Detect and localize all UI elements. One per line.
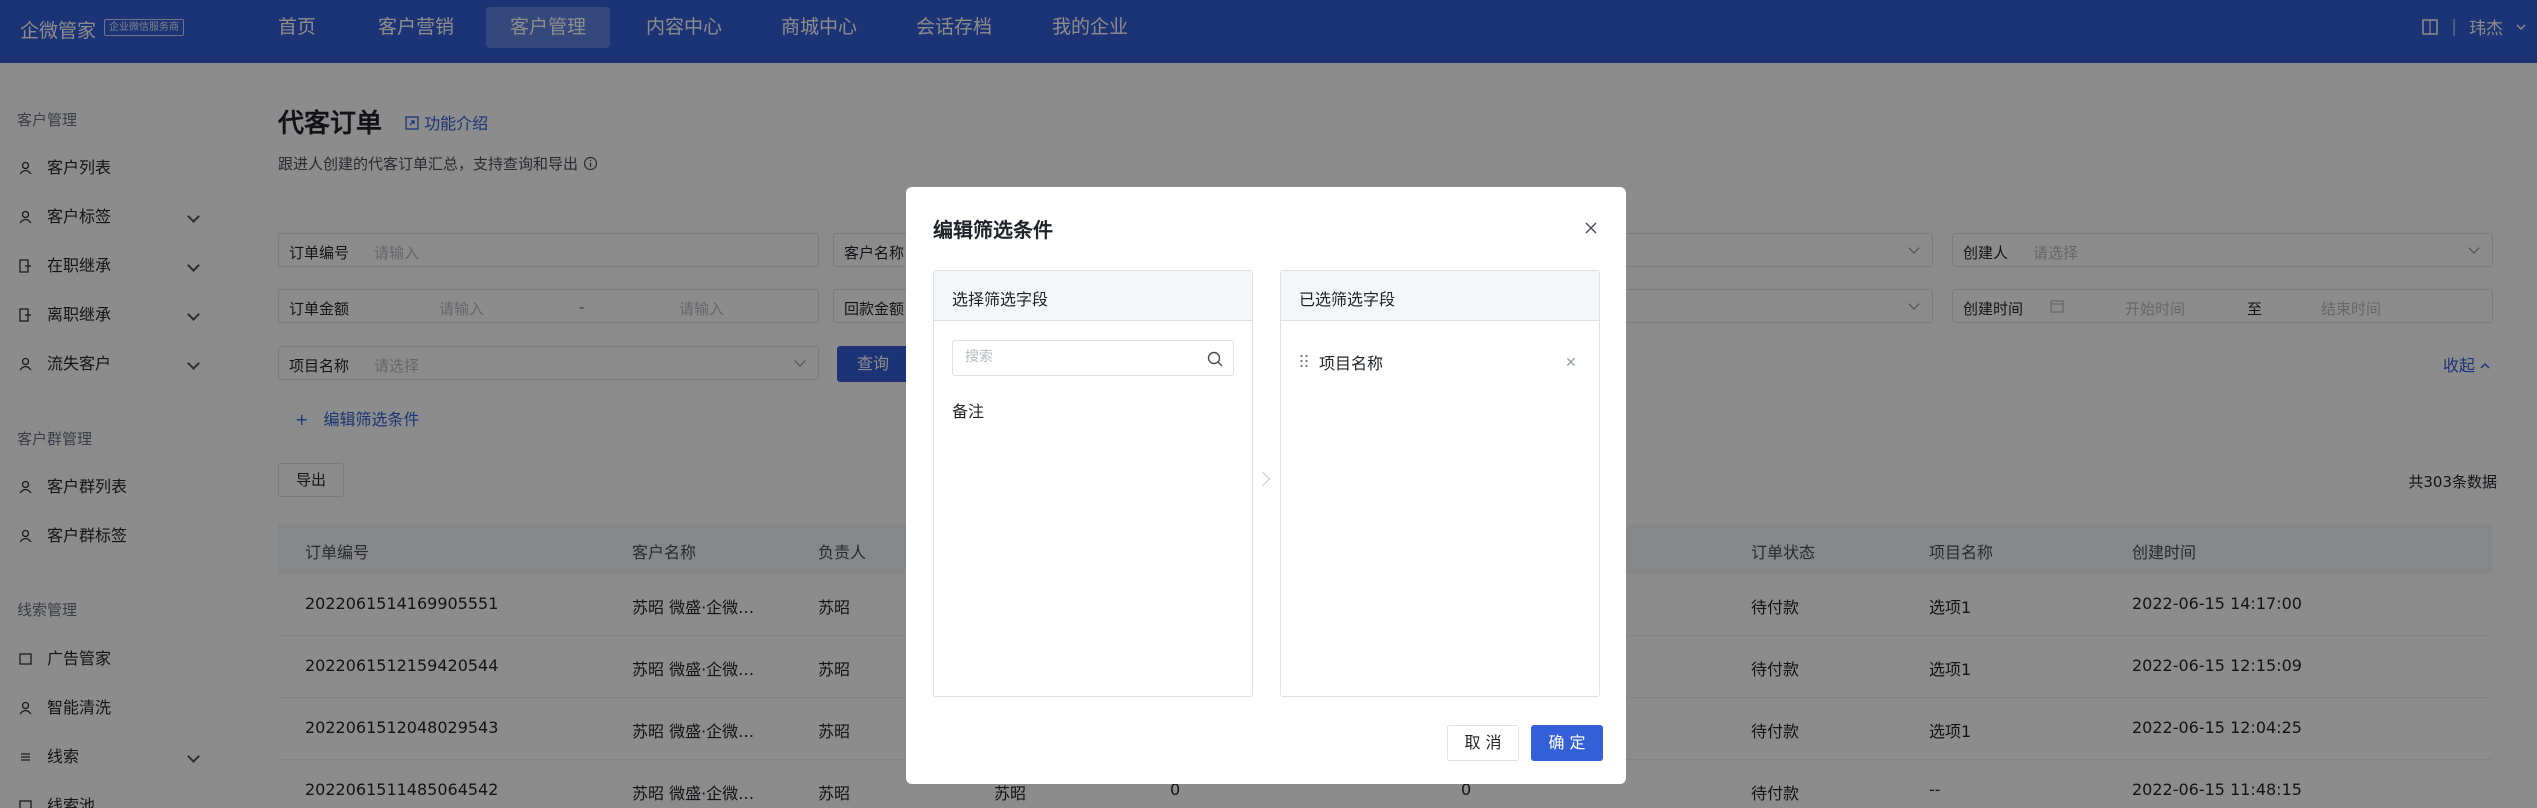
available-field-item[interactable]: 备注 — [952, 398, 984, 422]
search-icon[interactable] — [1206, 350, 1224, 368]
panel-header: 选择筛选字段 — [934, 271, 1252, 321]
edit-filters-dialog: 编辑筛选条件 选择筛选字段 备注 已选筛选字段 项目名称 ✕ 取 消 确 定 — [906, 187, 1626, 784]
selected-field-item[interactable]: 项目名称 ✕ — [1299, 350, 1581, 378]
drag-handle-icon[interactable] — [1299, 354, 1309, 368]
field-search-box[interactable] — [952, 340, 1234, 376]
panel-title: 已选筛选字段 — [1299, 290, 1396, 309]
close-icon[interactable] — [1583, 220, 1599, 236]
panel-header: 已选筛选字段 — [1281, 271, 1599, 321]
selected-fields-panel: 已选筛选字段 项目名称 ✕ — [1280, 270, 1600, 697]
confirm-button[interactable]: 确 定 — [1531, 725, 1603, 761]
cancel-button[interactable]: 取 消 — [1447, 725, 1519, 761]
selected-field-label: 项目名称 — [1319, 354, 1384, 373]
panel-title: 选择筛选字段 — [952, 290, 1049, 309]
dialog-title: 编辑筛选条件 — [933, 218, 1053, 242]
remove-icon[interactable]: ✕ — [1565, 355, 1577, 371]
chevron-right-icon[interactable] — [1255, 471, 1271, 487]
field-search-input[interactable] — [965, 349, 1185, 365]
available-fields-panel: 选择筛选字段 备注 — [933, 270, 1253, 697]
